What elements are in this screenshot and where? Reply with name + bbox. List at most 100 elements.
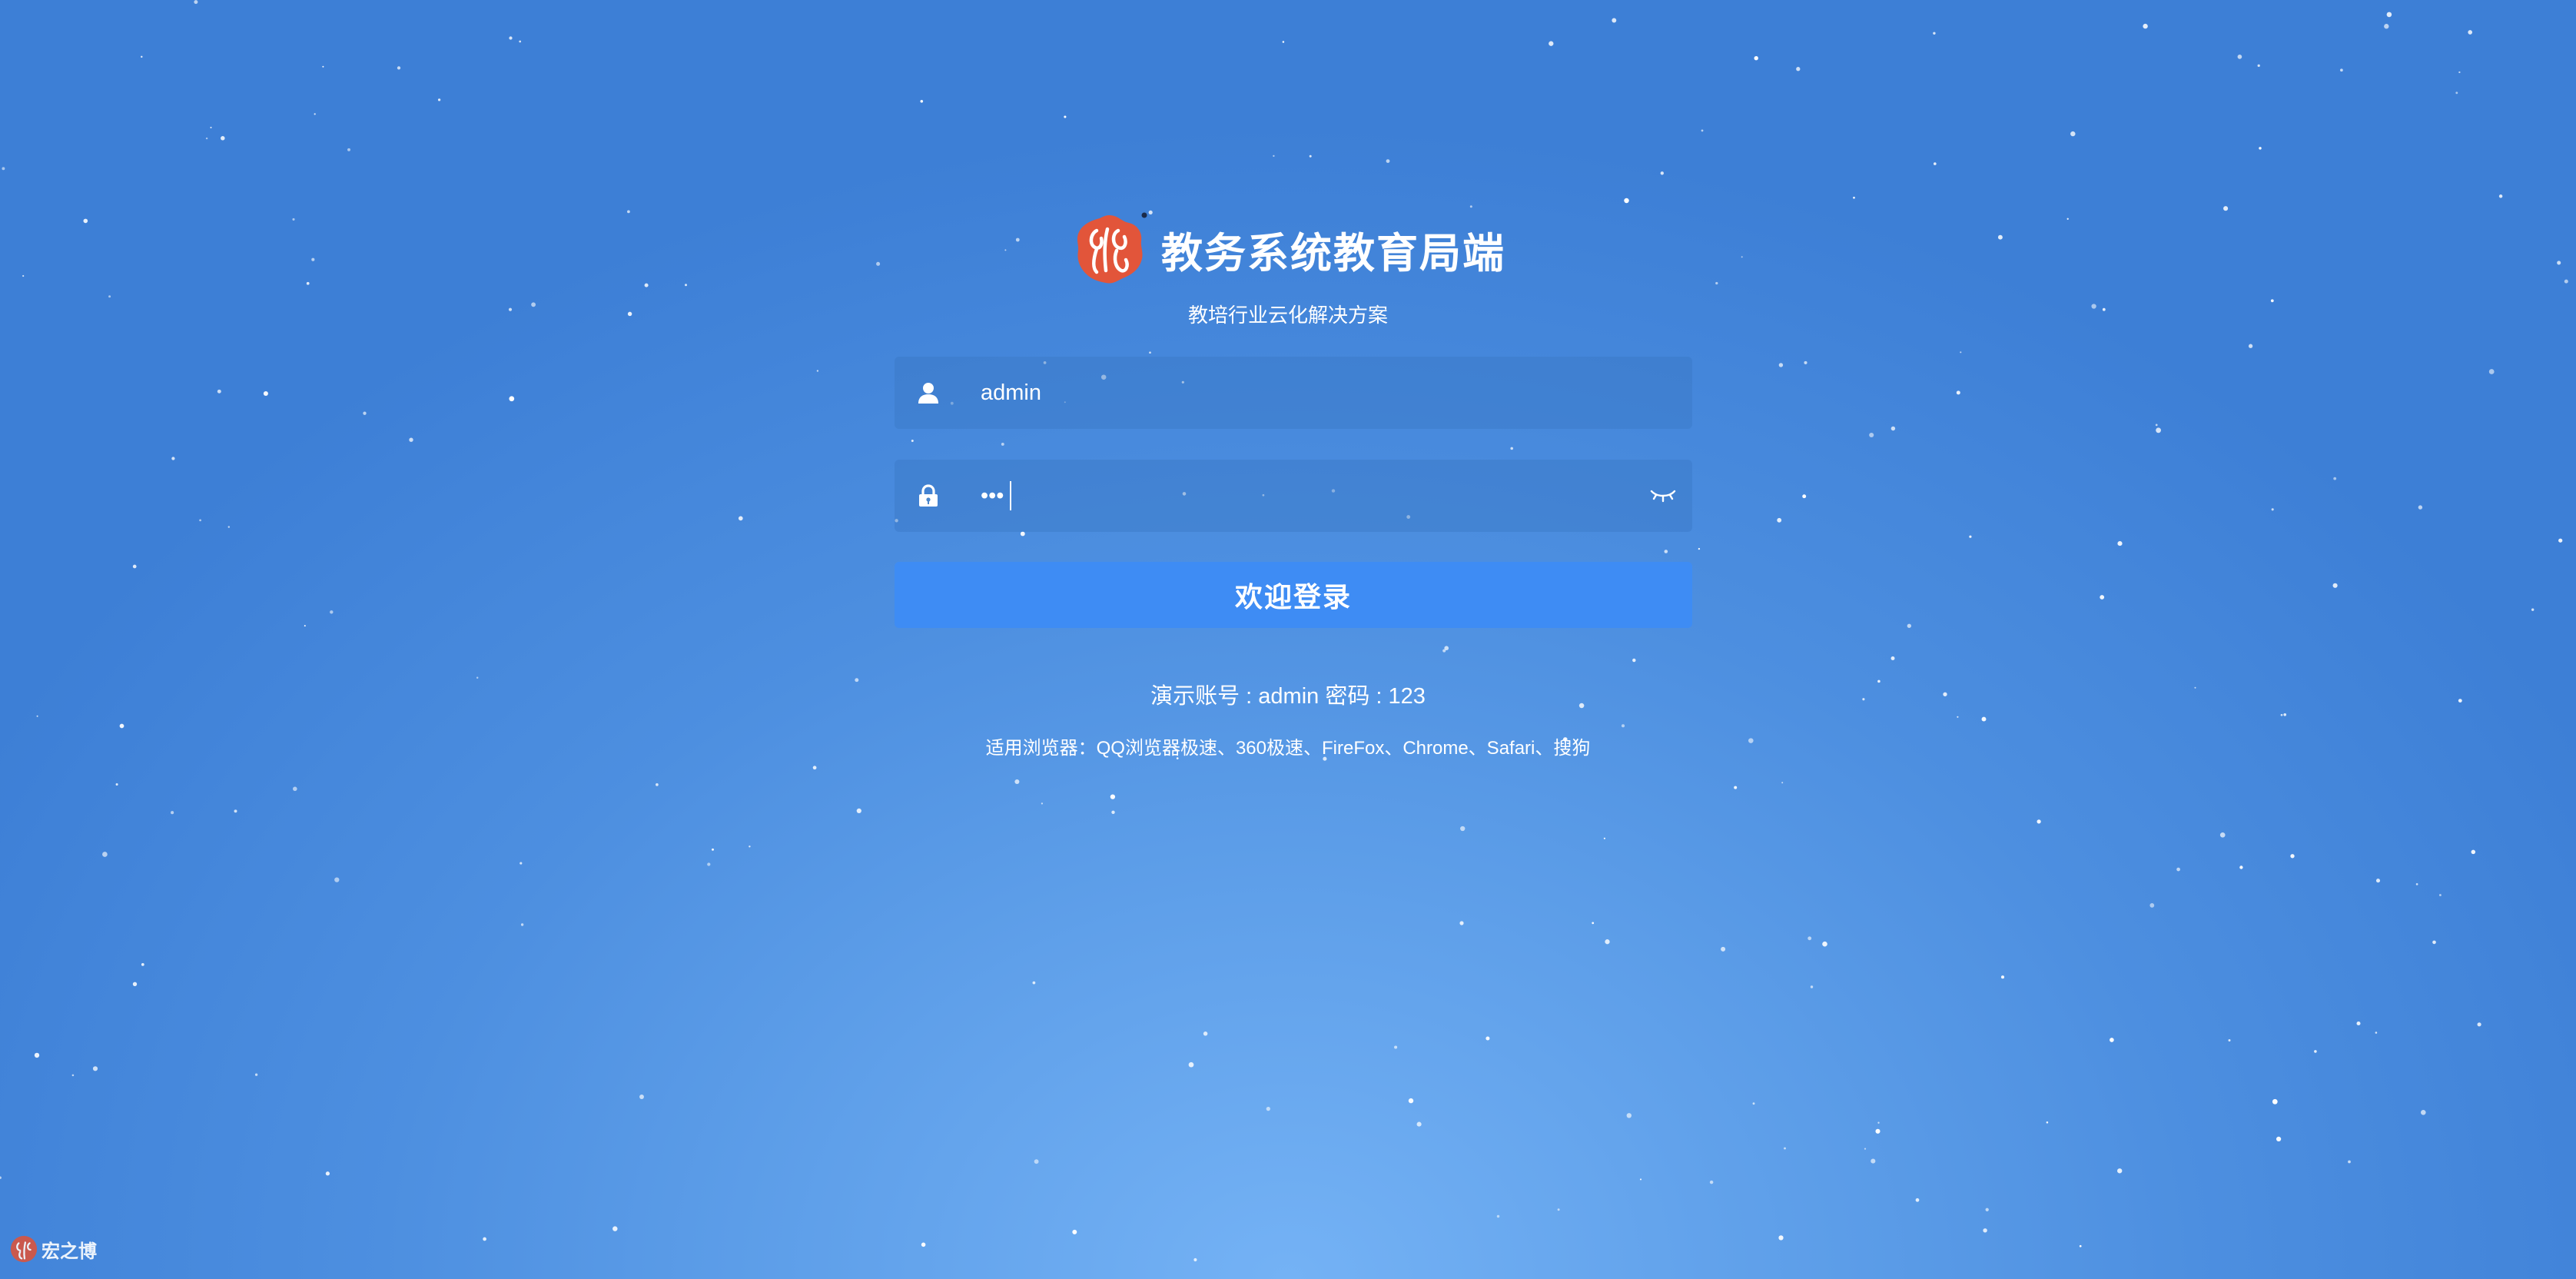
star <box>1709 1180 1714 1184</box>
star <box>520 862 523 865</box>
star <box>1981 716 1987 722</box>
star <box>1891 426 1896 431</box>
star <box>509 36 513 40</box>
star <box>334 877 340 882</box>
login-button[interactable]: 欢迎登录 <box>895 562 1692 628</box>
star <box>1869 432 1874 438</box>
star <box>2314 1050 2317 1053</box>
star <box>911 440 914 442</box>
star <box>1603 837 1605 839</box>
star <box>1621 724 1625 728</box>
star <box>1660 171 1664 175</box>
star <box>1592 922 1595 925</box>
star <box>141 55 143 58</box>
star <box>217 389 221 394</box>
app-subtitle: 教培行业云化解决方案 <box>1187 304 1388 327</box>
star <box>1416 1121 1422 1127</box>
watermark-text: 宏之博 <box>41 1241 97 1262</box>
star <box>1469 205 1472 208</box>
star <box>1557 1208 1560 1211</box>
star <box>1960 351 1962 354</box>
star <box>1612 18 1617 23</box>
star <box>712 848 714 851</box>
star <box>397 66 401 70</box>
star <box>1983 1228 1987 1233</box>
star <box>1193 1257 1197 1262</box>
star <box>1802 494 1807 499</box>
star <box>171 811 174 815</box>
star <box>1203 1032 1208 1036</box>
star <box>2356 1021 2361 1026</box>
star <box>1778 363 1784 367</box>
starfield-background <box>0 0 2568 1262</box>
star <box>437 98 441 101</box>
user-icon <box>918 383 938 404</box>
star <box>132 982 138 986</box>
star <box>2248 344 2253 348</box>
star <box>1032 981 1036 985</box>
star <box>2156 427 2161 434</box>
star <box>1871 1158 1876 1164</box>
star <box>2117 541 2123 546</box>
username-field[interactable] <box>895 357 1692 429</box>
star <box>2458 71 2461 74</box>
star <box>1698 547 1701 550</box>
eye-closed-icon[interactable] <box>1649 483 1677 505</box>
star <box>1853 196 1855 199</box>
star <box>856 808 861 813</box>
star <box>2149 903 2155 908</box>
star <box>409 437 413 442</box>
star <box>2037 819 2041 824</box>
star <box>1386 159 1390 164</box>
star <box>2432 940 2436 945</box>
star <box>108 295 111 298</box>
star <box>141 963 144 966</box>
star <box>509 396 515 402</box>
username-input[interactable] <box>981 357 1611 429</box>
star <box>1001 442 1004 446</box>
text-cursor <box>1010 481 1011 510</box>
star <box>2332 583 2338 588</box>
star <box>1752 1102 1755 1105</box>
star <box>347 148 350 151</box>
star <box>119 723 124 729</box>
star <box>1111 810 1115 815</box>
star <box>92 1066 98 1071</box>
star <box>254 1073 258 1076</box>
star <box>1014 779 1020 785</box>
star <box>1624 198 1629 204</box>
brand-watermark: 宏之博 <box>9 1234 97 1264</box>
star <box>2070 131 2076 137</box>
star <box>2237 55 2242 59</box>
star <box>1957 716 1959 718</box>
star <box>1796 67 1801 71</box>
star <box>2 167 5 171</box>
star <box>2384 24 2389 29</box>
star <box>816 370 819 372</box>
star <box>2477 1022 2481 1027</box>
star <box>2531 608 2535 611</box>
star <box>1639 1178 1642 1181</box>
star <box>1021 531 1024 534</box>
star <box>1810 985 1814 988</box>
star <box>1149 351 1151 354</box>
password-input[interactable] <box>981 460 1611 532</box>
star <box>1907 623 1911 628</box>
password-field[interactable] <box>895 460 1692 532</box>
star <box>612 1226 618 1231</box>
star <box>2498 194 2503 198</box>
star <box>1969 535 1972 538</box>
star <box>1460 826 1466 832</box>
star <box>1282 41 1285 43</box>
star <box>656 783 659 786</box>
star <box>2100 595 2105 600</box>
star <box>2283 713 2287 716</box>
star <box>0 1176 2 1179</box>
star <box>227 526 230 528</box>
star <box>2271 508 2274 511</box>
star <box>749 845 751 848</box>
star <box>1020 531 1025 537</box>
star <box>1072 1229 1077 1234</box>
star <box>330 610 334 614</box>
star <box>132 564 137 569</box>
